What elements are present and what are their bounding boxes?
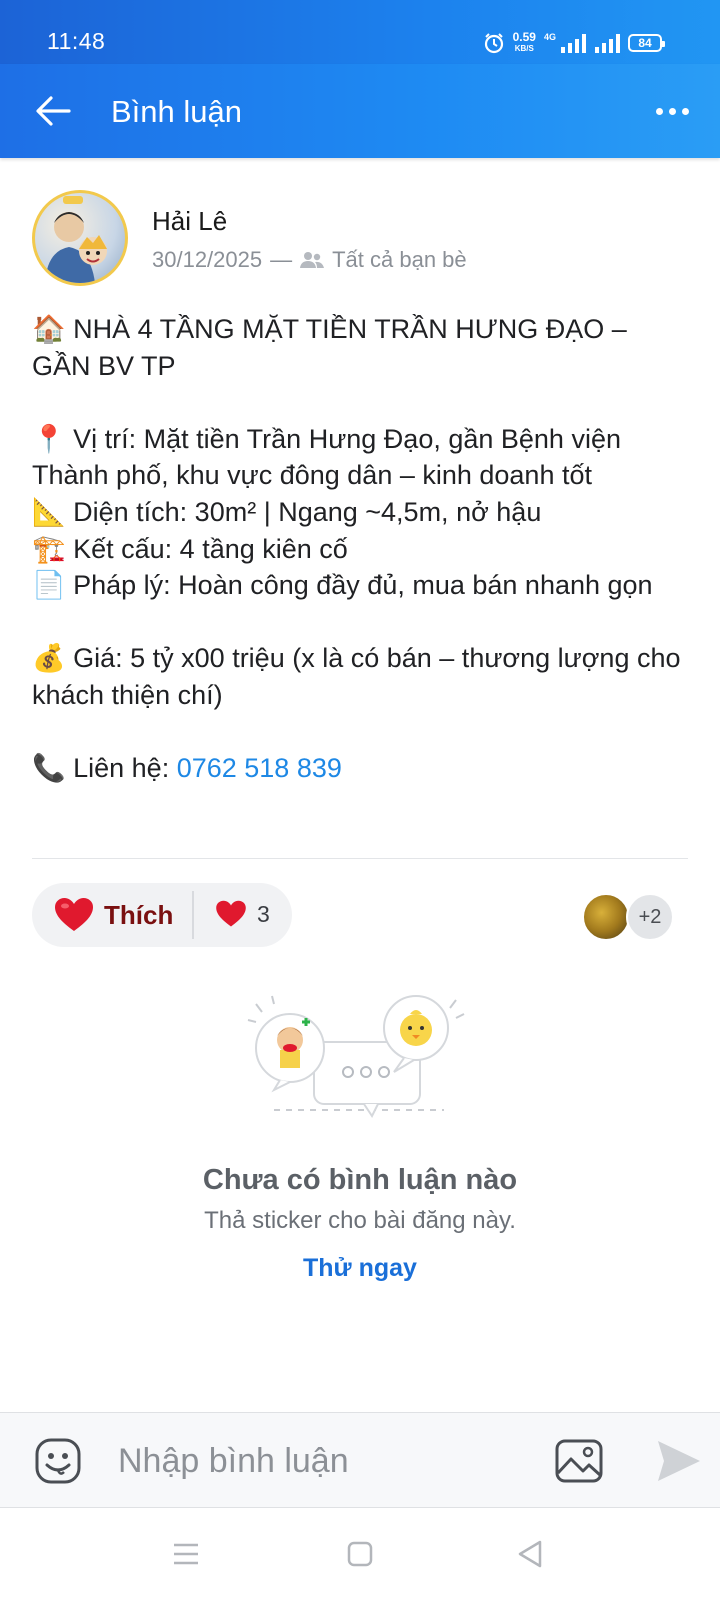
avatar-image: [45, 196, 107, 283]
liker-avatars[interactable]: +2: [582, 893, 676, 941]
signal-icon: [561, 34, 586, 53]
back-arrow-icon: [36, 96, 71, 126]
contact-line: 📞 Liên hệ: 0762 518 839: [32, 750, 692, 787]
more-horizontal-icon: [668, 107, 676, 115]
more-horizontal-icon: [655, 107, 663, 115]
status-time: 11:48: [47, 28, 106, 54]
more-button[interactable]: [648, 94, 696, 128]
image-icon[interactable]: [554, 1437, 604, 1485]
try-now-button[interactable]: Thử ngay: [0, 1254, 720, 1283]
post-line: 🏗️ Kết cấu: 4 tầng kiên cố: [32, 533, 348, 564]
home-button[interactable]: [340, 1536, 380, 1572]
heart-icon: [216, 900, 246, 927]
post-line: [32, 604, 692, 641]
battery-level: 84: [638, 36, 652, 50]
post-line: 📄 Pháp lý: Hoàn công đầy đủ, mua bán nha…: [32, 570, 653, 601]
page-title: Bình luận: [111, 94, 242, 129]
contact-label: 📞 Liên hệ:: [32, 753, 177, 784]
post-date: 30/12/2025: [152, 247, 263, 272]
net-speed: 0.59 KB/S: [512, 30, 536, 54]
privacy-label: Tất cả bạn bè: [332, 247, 467, 272]
system-back-button[interactable]: [510, 1536, 550, 1572]
network-type: 4G: [543, 32, 556, 42]
status-bar: 11:48 0.59 KB/S 4G 84: [0, 0, 720, 64]
back-triangle-icon: [518, 1540, 542, 1568]
post-line: [32, 384, 692, 421]
comment-input[interactable]: [118, 1433, 518, 1489]
post-header: Hải Lê 30/12/2025 — Tất cả bạn bè: [32, 190, 692, 290]
post-line: 🏠 NHÀ 4 TẦNG MẶT TIỀN TRẦN HƯNG ĐẠO – GẦ…: [32, 314, 627, 381]
reaction-count: 3: [257, 900, 270, 927]
post-body: 🏠 NHÀ 4 TẦNG MẶT TIỀN TRẦN HƯNG ĐẠO – GẦ…: [32, 311, 692, 787]
home-square-icon: [347, 1541, 373, 1567]
battery-icon: 84: [628, 34, 665, 52]
menu-icon: [174, 1543, 198, 1565]
app-bar: Bình luận: [0, 64, 720, 158]
empty-state-subtitle: Thả sticker cho bài đăng này.: [204, 1207, 516, 1234]
like-label: Thích: [104, 899, 174, 930]
status-indicators: 0.59 KB/S 4G 84: [483, 28, 665, 58]
post-meta: 30/12/2025 — Tất cả bạn bè: [152, 247, 467, 273]
reaction-divider: [192, 891, 194, 939]
net-speed-unit: KB/S: [514, 44, 534, 53]
signal-icon: [595, 34, 620, 53]
post-line: 📍 Vị trí: Mặt tiền Trần Hưng Đạo, gần Bệ…: [32, 423, 621, 491]
more-horizontal-icon: [681, 107, 689, 115]
alarm-icon: [484, 33, 503, 54]
empty-state-title: Chưa có bình luận nào: [202, 1164, 518, 1196]
send-icon[interactable]: [654, 1437, 702, 1485]
friends-icon: [300, 252, 325, 268]
comment-bar: [0, 1412, 720, 1508]
sticker-icon[interactable]: [34, 1437, 82, 1485]
reaction-summary[interactable]: 3: [215, 900, 270, 928]
heart-icon: [55, 898, 93, 931]
like-button[interactable]: Thích: [54, 896, 173, 934]
liker-avatar: [582, 893, 630, 941]
recent-apps-button[interactable]: [166, 1536, 206, 1572]
system-nav-bar: [0, 1508, 720, 1600]
net-speed-value: 0.59: [512, 30, 536, 44]
avatar[interactable]: [32, 190, 128, 286]
post-line: 📐 Diện tích: 30m² | Ngang ~4,5m, nở hậu: [32, 496, 542, 527]
liker-more-count: +2: [626, 893, 674, 941]
post-line: 💰 Giá: 5 tỷ x00 triệu (x là có bán – thư…: [32, 643, 681, 710]
phone-link[interactable]: 0762 518 839: [177, 753, 342, 783]
back-button[interactable]: [30, 88, 76, 134]
author-name[interactable]: Hải Lê: [152, 206, 227, 237]
empty-comments-illustration: [247, 995, 465, 1118]
reactions-bar: Thích 3: [32, 883, 292, 947]
divider: [32, 858, 688, 859]
meta-separator: —: [270, 247, 293, 272]
post-line: [32, 714, 692, 751]
